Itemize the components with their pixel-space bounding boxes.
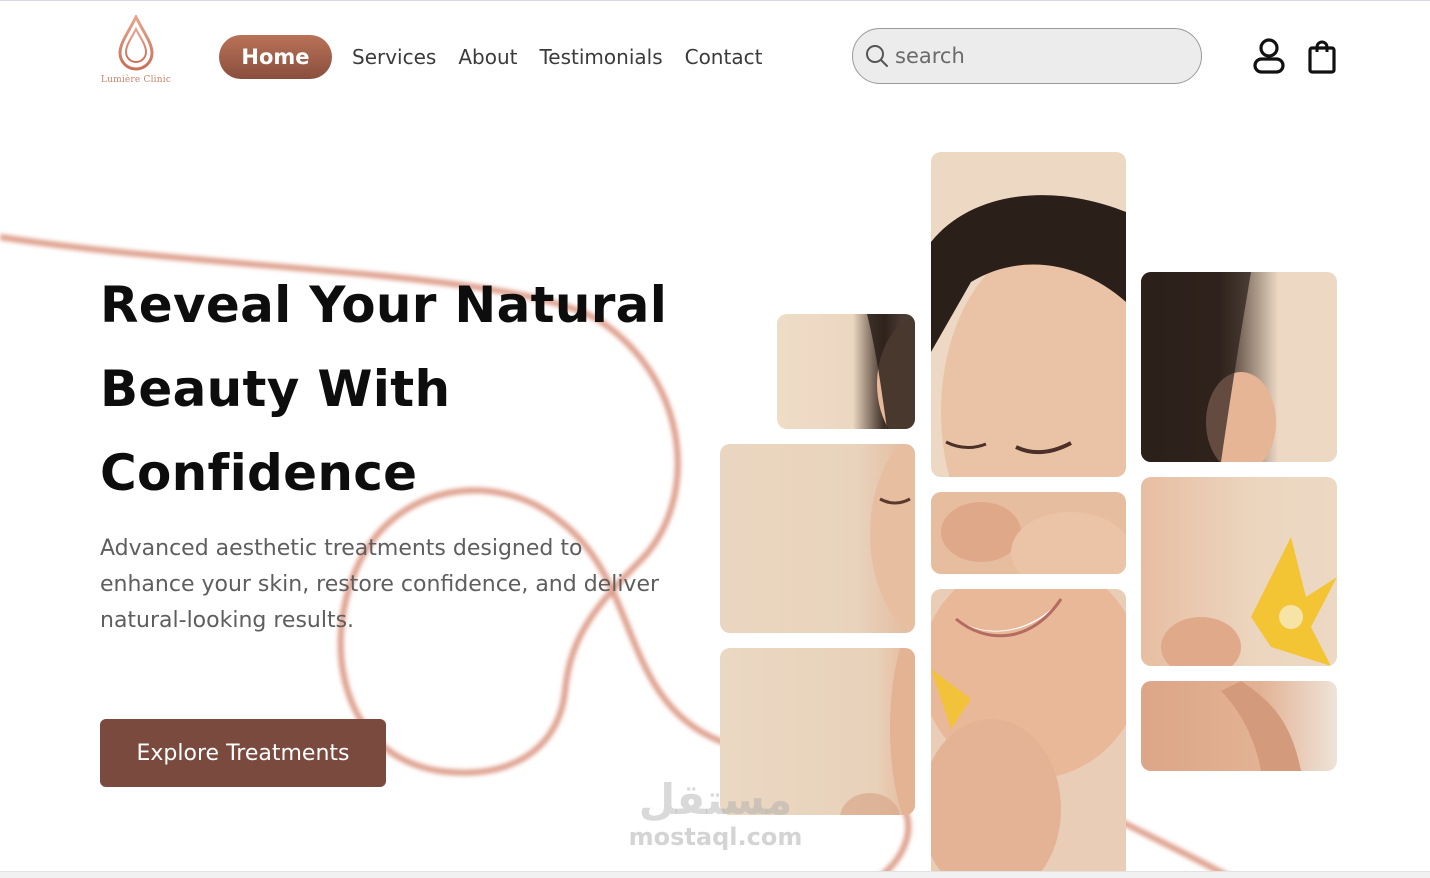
hero-title-line: Beauty With — [100, 360, 451, 418]
gallery-tile — [1141, 477, 1337, 666]
cart-button[interactable] — [1306, 39, 1338, 79]
hero-subtitle: Advanced aesthetic treatments designed t… — [100, 536, 660, 633]
page-bottom-divider — [0, 871, 1430, 878]
face-photo — [941, 502, 1126, 574]
search-bar[interactable] — [852, 28, 1202, 84]
nav-item-testimonials[interactable]: Testimonials — [539, 45, 662, 69]
droplet-logo-icon — [118, 15, 154, 71]
brand-name: Lumière Clinic — [100, 75, 172, 85]
gallery-tile — [777, 314, 915, 429]
face-photo — [867, 314, 915, 429]
user-icon — [1253, 38, 1285, 74]
gallery-tile — [1141, 681, 1337, 771]
gallery-tile — [931, 492, 1126, 574]
nav-item-contact[interactable]: Contact — [685, 45, 763, 69]
explore-treatments-button[interactable]: Explore Treatments — [100, 719, 386, 787]
search-icon — [866, 45, 888, 67]
gallery-tile — [1141, 272, 1337, 462]
gallery-tile — [720, 444, 915, 633]
flower-photo — [1161, 537, 1337, 666]
shopping-bag-icon — [1308, 40, 1336, 74]
gallery-tile — [931, 589, 1126, 877]
hero-title-line: Confidence — [100, 444, 418, 502]
hero-title-line: Reveal Your Natural — [100, 276, 668, 334]
nav-item-about[interactable]: About — [458, 45, 517, 69]
nav-item-home[interactable]: Home — [219, 35, 332, 79]
face-photo — [870, 444, 915, 633]
watermark-latin: mostaql.com — [628, 823, 803, 851]
hand-photo — [1221, 681, 1301, 771]
account-button[interactable] — [1252, 37, 1286, 79]
main-nav: Home Services About Testimonials Contact — [219, 35, 784, 79]
watermark-arabic: مستقل — [638, 775, 793, 824]
search-input[interactable] — [893, 43, 1187, 69]
face-photo — [931, 589, 1126, 877]
mostaql-watermark: مستقل mostaql.com — [628, 775, 803, 852]
face-photo — [1141, 272, 1276, 462]
brand-logo[interactable]: Lumière Clinic — [100, 15, 172, 85]
gallery-tile — [931, 152, 1126, 477]
hero-title: Reveal Your Natural Beauty With Confiden… — [100, 263, 720, 515]
nav-item-services[interactable]: Services — [352, 45, 436, 69]
face-photo — [931, 195, 1126, 477]
